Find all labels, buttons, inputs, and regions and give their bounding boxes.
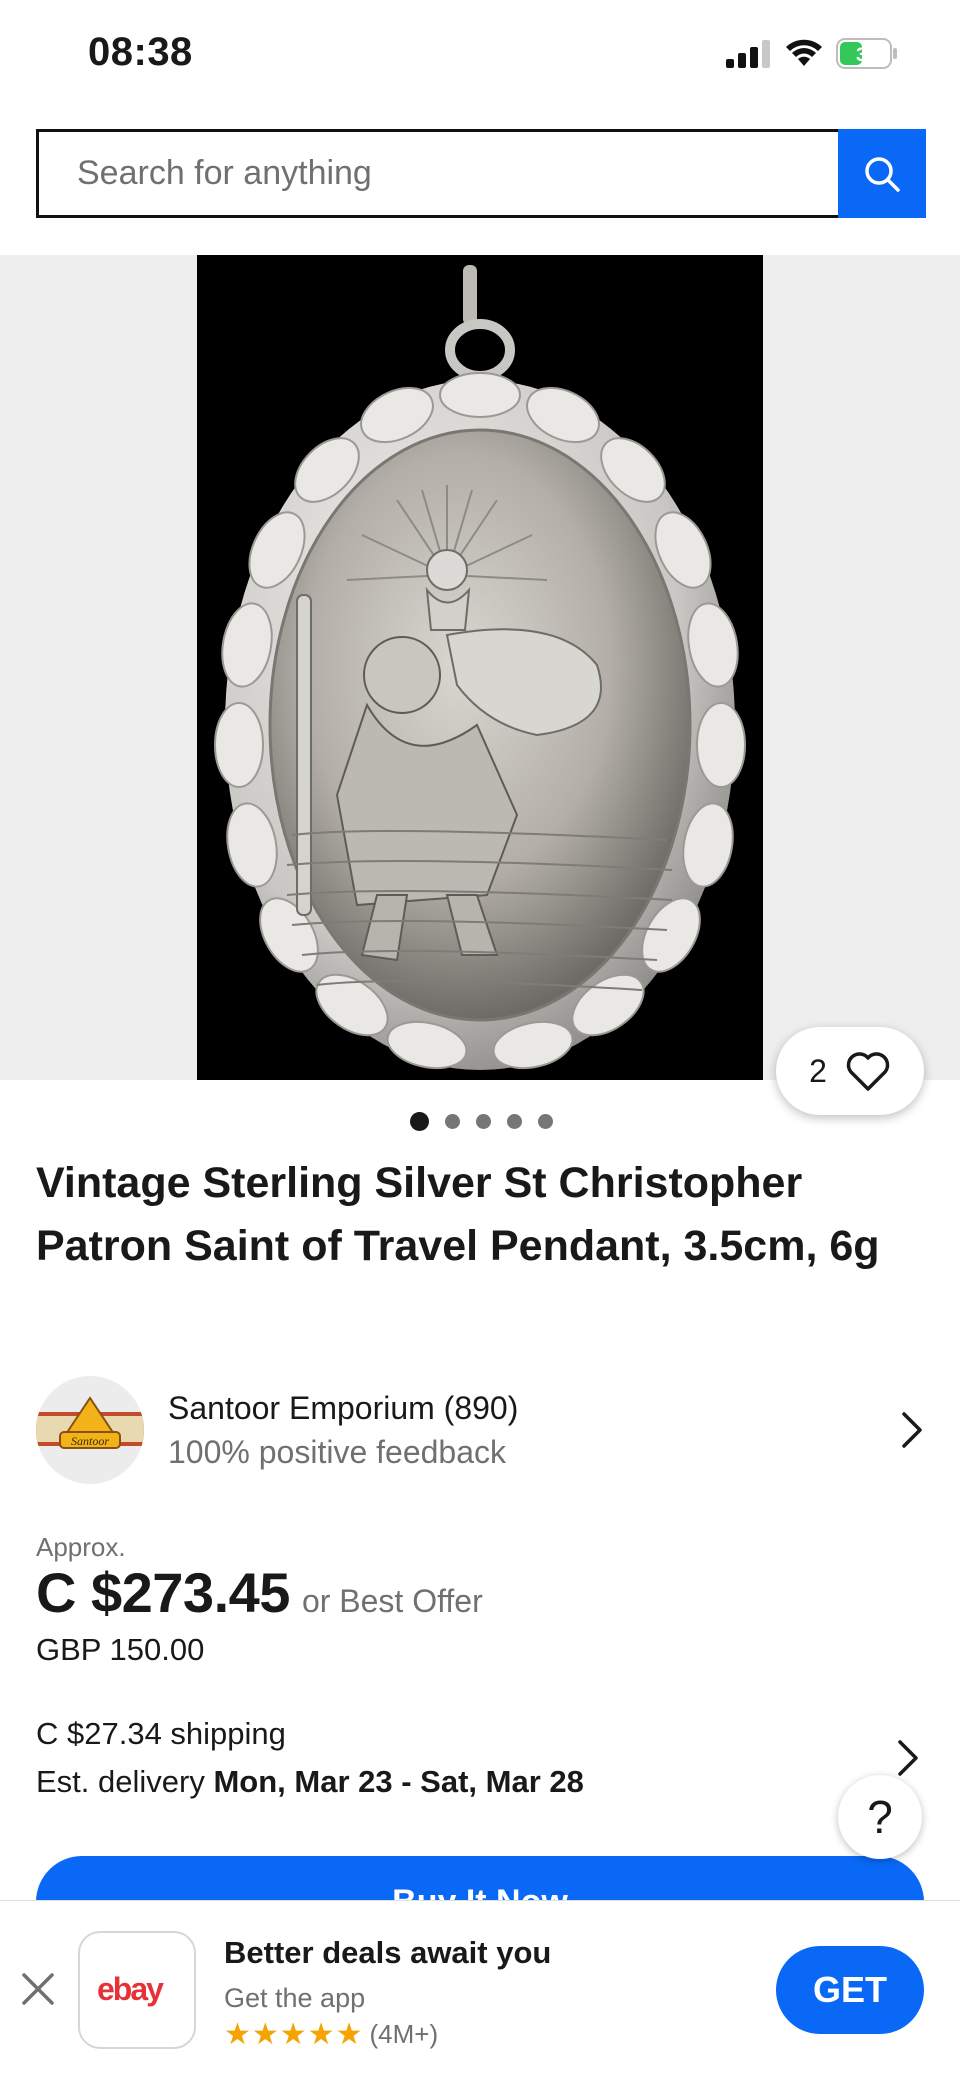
- pagination-dot-3[interactable]: [476, 1114, 491, 1129]
- rating-stars: ★★★★★: [224, 2017, 364, 2051]
- pagination-dot-5[interactable]: [538, 1114, 553, 1129]
- banner-title: Better deals await you: [224, 1935, 552, 1970]
- help-button[interactable]: ?: [838, 1775, 922, 1859]
- original-price: GBP 150.00: [36, 1632, 205, 1667]
- watch-button[interactable]: 2: [776, 1027, 924, 1115]
- shipping-cost: C $27.34 shipping: [36, 1716, 286, 1751]
- battery-level: 37: [856, 45, 877, 66]
- close-icon[interactable]: [18, 1969, 58, 2009]
- search-button[interactable]: [838, 129, 926, 218]
- ebay-app-logo: ebay: [78, 1931, 196, 2049]
- chevron-right-icon: [902, 1412, 922, 1448]
- get-app-button[interactable]: GET: [776, 1946, 924, 2034]
- price-row: C $273.45 or Best Offer: [36, 1560, 483, 1625]
- product-image[interactable]: [197, 255, 763, 1080]
- image-pagination: [410, 1112, 553, 1131]
- best-offer-label: or Best Offer: [301, 1583, 483, 1619]
- ebay-logo-text: ebay: [97, 1971, 164, 2007]
- seller-name: Santoor Emporium (890): [168, 1390, 519, 1426]
- rating-count: (4M+): [369, 2019, 439, 2049]
- pendant-image: [197, 255, 763, 1080]
- search-input[interactable]: [39, 132, 838, 215]
- wifi-icon: [786, 39, 822, 66]
- shipping-info[interactable]: C $27.34 shipping Est. delivery Mon, Mar…: [36, 1710, 924, 1806]
- status-bar: 08:38 37: [0, 0, 960, 110]
- ebay-logo: ebay: [97, 1971, 166, 2007]
- estimated-delivery: Est. delivery Mon, Mar 23 - Sat, Mar 28: [36, 1758, 924, 1806]
- status-time: 08:38: [88, 30, 193, 74]
- image-gallery[interactable]: [0, 255, 960, 1080]
- pagination-dot-2[interactable]: [445, 1114, 460, 1129]
- listing-title: Vintage Sterling Silver St Christopher P…: [36, 1159, 880, 1270]
- price: C $273.45: [36, 1561, 290, 1624]
- cellular-signal-icon: [726, 40, 770, 68]
- app-install-banner: ebay Better deals await you Get the app …: [0, 1900, 960, 2077]
- pagination-dot-1[interactable]: [410, 1112, 429, 1131]
- seller-info[interactable]: Santoor Santoor Emporium (890) 100% posi…: [36, 1376, 924, 1484]
- seller-logo-text: Santoor: [71, 1434, 109, 1448]
- seller-avatar: Santoor: [36, 1376, 144, 1484]
- banner-subtitle: Get the app: [224, 1983, 366, 2013]
- watch-count: 2: [809, 1052, 827, 1089]
- delivery-dates: Mon, Mar 23 - Sat, Mar 28: [213, 1764, 584, 1799]
- seller-feedback: 100% positive feedback: [168, 1434, 506, 1470]
- chevron-right-icon: [898, 1740, 918, 1776]
- delivery-label: Est. delivery: [36, 1764, 205, 1799]
- battery-icon: 37: [836, 38, 897, 69]
- seller-logo: Santoor: [36, 1396, 144, 1449]
- search-icon: [865, 156, 900, 192]
- app-rating: ★★★★★ (4M+): [224, 2019, 438, 2050]
- pagination-dot-4[interactable]: [507, 1114, 522, 1129]
- heart-icon: [846, 1052, 890, 1091]
- search-bar: [36, 129, 926, 218]
- approx-label: Approx.: [36, 1532, 126, 1562]
